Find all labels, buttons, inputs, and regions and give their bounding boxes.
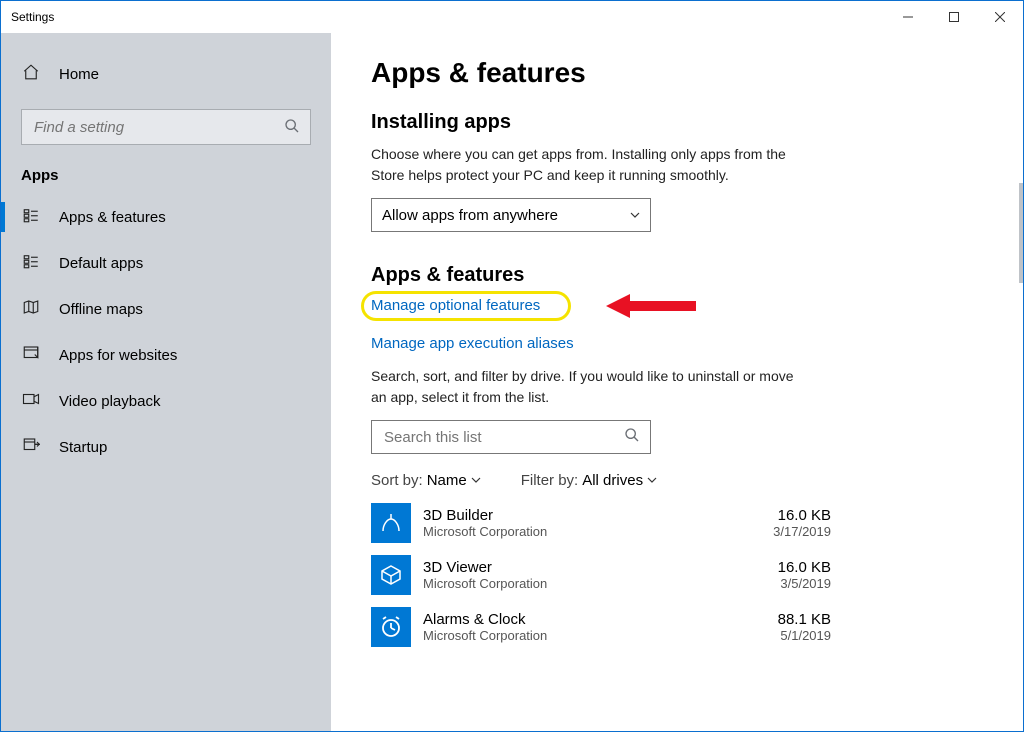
app-publisher: Microsoft Corporation — [423, 576, 778, 591]
sort-label: Sort by: — [371, 472, 423, 489]
nav-startup[interactable]: Startup — [1, 424, 331, 470]
app-icon-3d-builder — [371, 503, 411, 543]
filter-value: All drives — [582, 472, 643, 489]
filter-label: Filter by: — [521, 472, 579, 489]
manage-aliases-link[interactable]: Manage app execution aliases — [371, 335, 574, 352]
nav-item-label: Apps & features — [59, 209, 166, 226]
apps-search[interactable] — [371, 420, 651, 454]
app-date: 3/17/2019 — [773, 524, 831, 539]
nav-item-label: Video playback — [59, 393, 160, 410]
app-publisher: Microsoft Corporation — [423, 524, 773, 539]
app-name: 3D Builder — [423, 507, 773, 524]
scrollbar[interactable] — [1019, 183, 1023, 283]
app-name: Alarms & Clock — [423, 611, 778, 628]
nav-item-label: Apps for websites — [59, 347, 177, 364]
app-date: 5/1/2019 — [778, 628, 831, 643]
window-title: Settings — [11, 10, 54, 24]
app-icon-alarms-clock — [371, 607, 411, 647]
chevron-down-icon — [471, 472, 481, 489]
title-bar: Settings — [1, 1, 1023, 33]
sidebar-section-label: Apps — [1, 163, 331, 194]
apps-search-input[interactable] — [382, 428, 624, 447]
offline-maps-icon — [21, 298, 41, 320]
chevron-down-icon — [647, 472, 657, 489]
nav-item-label: Default apps — [59, 255, 143, 272]
app-size: 88.1 KB — [778, 611, 831, 628]
search-icon — [284, 118, 300, 137]
nav-home-label: Home — [59, 66, 99, 83]
dropdown-value: Allow apps from anywhere — [382, 207, 558, 224]
filter-by-picker[interactable]: Filter by: All drives — [521, 472, 657, 489]
app-date: 3/5/2019 — [778, 576, 831, 591]
sort-by-picker[interactable]: Sort by: Name — [371, 472, 481, 489]
installing-apps-header: Installing apps — [371, 111, 983, 134]
app-row[interactable]: Alarms & Clock Microsoft Corporation 88.… — [371, 607, 831, 647]
nav-apps-for-websites[interactable]: Apps for websites — [1, 332, 331, 378]
apps-search-desc: Search, sort, and filter by drive. If yo… — [371, 366, 801, 408]
arrow-annotation — [606, 291, 696, 321]
nav-apps-features[interactable]: Apps & features — [1, 194, 331, 240]
nav-item-label: Startup — [59, 439, 107, 456]
app-publisher: Microsoft Corporation — [423, 628, 778, 643]
main-content: Apps & features Installing apps Choose w… — [331, 33, 1023, 731]
apps-websites-icon — [21, 344, 41, 366]
search-icon — [624, 427, 640, 447]
minimize-button[interactable] — [885, 1, 931, 33]
nav-video-playback[interactable]: Video playback — [1, 378, 331, 424]
app-row[interactable]: 3D Viewer Microsoft Corporation 16.0 KB … — [371, 555, 831, 595]
home-icon — [21, 63, 41, 85]
sidebar: Home Apps Apps & features Default apps O… — [1, 33, 331, 731]
app-name: 3D Viewer — [423, 559, 778, 576]
app-row[interactable]: 3D Builder Microsoft Corporation 16.0 KB… — [371, 503, 831, 543]
nav-home[interactable]: Home — [1, 53, 331, 95]
app-size: 16.0 KB — [773, 507, 831, 524]
install-source-dropdown[interactable]: Allow apps from anywhere — [371, 198, 651, 232]
startup-icon — [21, 436, 41, 458]
nav-default-apps[interactable]: Default apps — [1, 240, 331, 286]
nav-item-label: Offline maps — [59, 301, 143, 318]
page-title: Apps & features — [371, 57, 983, 89]
apps-features-icon — [21, 206, 41, 228]
maximize-button[interactable] — [931, 1, 977, 33]
manage-optional-features-link[interactable]: Manage optional features — [371, 297, 540, 314]
sort-value: Name — [427, 472, 467, 489]
app-size: 16.0 KB — [778, 559, 831, 576]
apps-features-subheader: Apps & features — [371, 264, 983, 287]
video-playback-icon — [21, 390, 41, 412]
sidebar-search[interactable] — [21, 109, 311, 145]
chevron-down-icon — [630, 207, 640, 224]
installing-apps-desc: Choose where you can get apps from. Inst… — [371, 144, 801, 186]
default-apps-icon — [21, 252, 41, 274]
nav-offline-maps[interactable]: Offline maps — [1, 286, 331, 332]
sidebar-search-input[interactable] — [32, 118, 284, 137]
app-icon-3d-viewer — [371, 555, 411, 595]
close-button[interactable] — [977, 1, 1023, 33]
